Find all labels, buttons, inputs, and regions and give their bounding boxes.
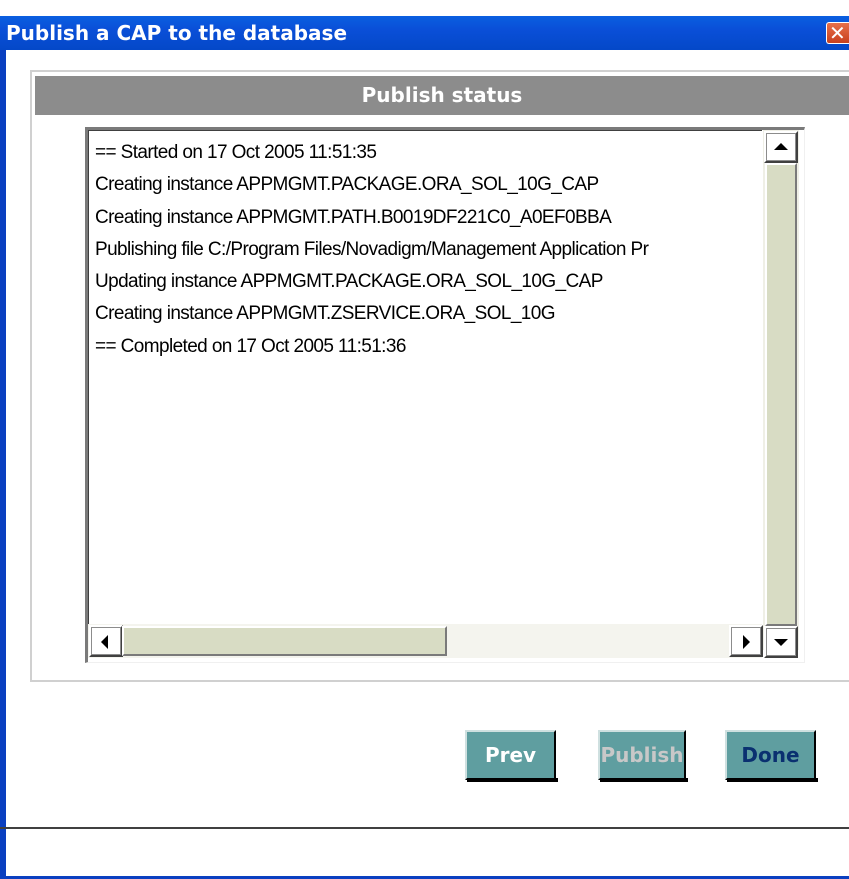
- publish-cap-dialog: Publish a CAP to the database ✕ Publish …: [0, 0, 849, 879]
- log-line: Creating instance APPMGMT.PATH.B0019DF22…: [95, 206, 612, 228]
- scroll-left-button[interactable]: [89, 625, 123, 657]
- scroll-down-button[interactable]: [764, 626, 798, 658]
- window-frame-left: [0, 50, 6, 879]
- status-log-textarea[interactable]: == Started on 17 Oct 2005 11:51:35 Creat…: [85, 127, 805, 663]
- log-line: Creating instance APPMGMT.PACKAGE.ORA_SO…: [95, 174, 599, 196]
- close-button[interactable]: ✕: [826, 22, 849, 44]
- prev-button[interactable]: Prev: [465, 730, 556, 780]
- horizontal-scroll-thumb[interactable]: [122, 626, 447, 656]
- log-line: == Completed on 17 Oct 2005 11:51:36: [95, 335, 406, 357]
- log-line: Updating instance APPMGMT.PACKAGE.ORA_SO…: [95, 271, 603, 293]
- panel-header: Publish status: [35, 76, 849, 115]
- title-bar[interactable]: Publish a CAP to the database: [0, 16, 849, 50]
- arrow-up-icon: [774, 143, 788, 150]
- log-lines: == Started on 17 Oct 2005 11:51:35 Creat…: [95, 137, 759, 363]
- panel-header-title: Publish status: [361, 83, 523, 107]
- log-line: Publishing file C:/Program Files/Novadig…: [95, 238, 649, 260]
- window-title: Publish a CAP to the database: [6, 21, 348, 45]
- log-line: == Started on 17 Oct 2005 11:51:35: [95, 142, 377, 163]
- scroll-right-button[interactable]: [729, 625, 763, 657]
- done-button[interactable]: Done: [725, 730, 816, 780]
- scroll-up-button[interactable]: [764, 131, 798, 163]
- arrow-left-icon: [101, 635, 108, 649]
- arrow-right-icon: [743, 635, 750, 649]
- publish-button[interactable]: Publish: [598, 730, 686, 780]
- log-content-area: == Started on 17 Oct 2005 11:51:35 Creat…: [88, 130, 762, 624]
- footer-divider: [0, 827, 849, 829]
- vertical-scroll-thumb[interactable]: [765, 163, 797, 626]
- close-icon: ✕: [829, 21, 846, 45]
- log-line: Creating instance APPMGMT.ZSERVICE.ORA_S…: [95, 303, 556, 325]
- arrow-down-icon: [774, 639, 788, 646]
